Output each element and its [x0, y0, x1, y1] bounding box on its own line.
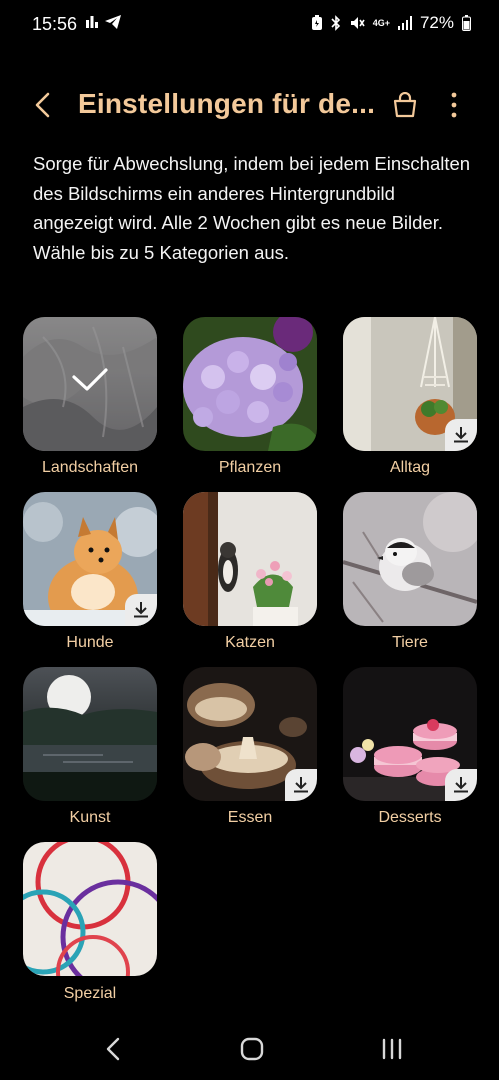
category-tile-tiere[interactable] — [343, 492, 477, 626]
bluetooth-icon — [331, 15, 340, 31]
battery-saver-icon — [311, 15, 322, 30]
battery-icon — [462, 15, 471, 31]
battery-percent: 72% — [419, 13, 454, 32]
download-badge[interactable] — [125, 594, 157, 626]
moonlit-lake-image — [23, 667, 157, 801]
status-left-icons — [86, 15, 121, 29]
nav-back-icon[interactable] — [104, 1036, 122, 1062]
checkmark-icon — [72, 368, 108, 391]
category-tile-katzen[interactable] — [183, 492, 317, 626]
category-label: Pflanzen — [218, 459, 282, 476]
download-icon — [294, 777, 308, 793]
mute-icon — [350, 17, 365, 29]
category-label: Desserts — [378, 809, 442, 826]
category-tile-essen[interactable] — [183, 667, 317, 801]
category-label: Essen — [227, 809, 273, 826]
selected-overlay — [23, 317, 157, 451]
cell-signal-icon — [397, 16, 412, 30]
category-label: Tiere — [392, 634, 428, 651]
status-bar: 15:56 4G+ 72% — [0, 0, 499, 50]
telegram-icon — [105, 15, 121, 29]
category-tile-hunde[interactable] — [23, 492, 157, 626]
category-tile-alltag[interactable] — [343, 317, 477, 451]
app-header: Einstellungen für de... — [0, 80, 499, 130]
nav-recents-icon[interactable] — [380, 1038, 404, 1060]
download-icon — [454, 427, 468, 443]
network-type-label: 4G+ — [372, 17, 390, 28]
category-label: Alltag — [389, 459, 431, 476]
more-vertical-icon[interactable] — [444, 91, 464, 119]
category-label: Kunst — [69, 809, 111, 826]
category-tile-spezial[interactable] — [23, 842, 157, 976]
description-text: Sorge für Abwechslung, indem bei jedem E… — [33, 153, 471, 263]
status-time: 15:56 — [32, 14, 78, 34]
category-tile-pflanzen[interactable] — [183, 317, 317, 451]
bird-branch-image — [343, 492, 477, 626]
nav-home-icon[interactable] — [240, 1037, 264, 1061]
lilac-flowers-image — [183, 317, 317, 451]
category-label: Katzen — [225, 634, 275, 651]
download-icon — [454, 777, 468, 793]
category-label: Landschaften — [41, 459, 139, 476]
download-badge[interactable] — [445, 769, 477, 801]
signal-bars-small-icon — [86, 16, 98, 28]
back-arrow-icon[interactable] — [30, 90, 58, 120]
category-label: Spezial — [63, 985, 117, 1002]
abstract-rings-image — [23, 842, 157, 976]
category-label: Hunde — [66, 634, 114, 651]
category-tile-kunst[interactable] — [23, 667, 157, 801]
shopping-bag-icon[interactable] — [392, 92, 418, 118]
download-icon — [134, 602, 148, 618]
category-tile-desserts[interactable] — [343, 667, 477, 801]
page-title: Einstellungen für de... — [78, 88, 376, 119]
status-right-icons: 4G+ 72% — [311, 13, 471, 33]
cat-window-image — [183, 492, 317, 626]
download-badge[interactable] — [445, 419, 477, 451]
download-badge[interactable] — [285, 769, 317, 801]
system-nav-bar — [0, 1020, 499, 1080]
category-tile-landschaften[interactable] — [23, 317, 157, 451]
